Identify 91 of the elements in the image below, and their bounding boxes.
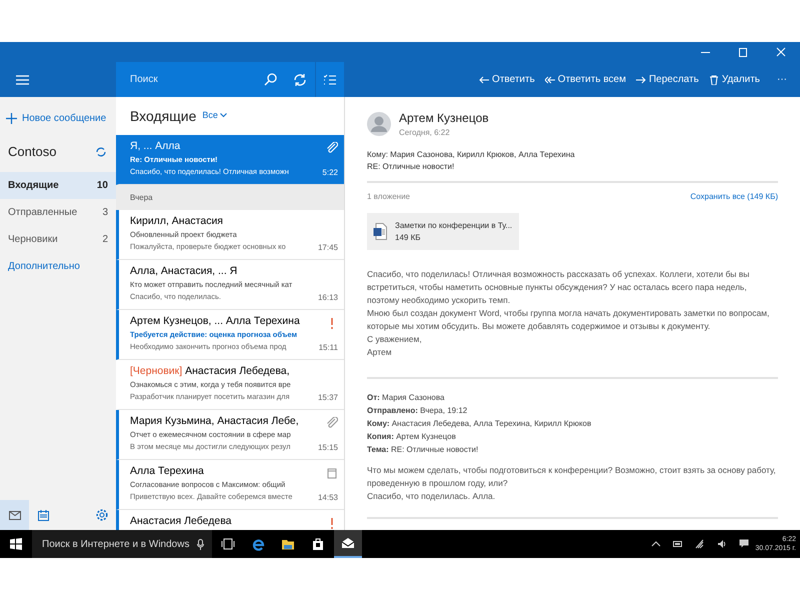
forward-button[interactable]: Переслать	[630, 72, 704, 87]
folder-count: 3	[102, 206, 108, 220]
folder-name: Черновики	[8, 232, 58, 246]
plus-icon	[6, 113, 17, 124]
subject-line: RE: Отличные новости!	[367, 161, 456, 173]
filter-dropdown[interactable]: Все	[202, 109, 228, 123]
checklist-icon	[324, 74, 336, 85]
quoted-header: Отправлено: Вчера, 19:12	[367, 405, 468, 417]
message-time: 5:22	[322, 167, 338, 179]
folder-item[interactable]: Отправленные 3	[0, 198, 116, 226]
message-paragraph: С уважением,	[367, 333, 423, 346]
sync-icon	[293, 72, 307, 86]
folder-name: Отправленные	[8, 206, 78, 220]
notification-icon	[739, 539, 750, 549]
sync-button[interactable]	[285, 62, 315, 97]
sender-names: Я, ... Алла	[130, 139, 182, 154]
reply-button[interactable]: Ответить	[474, 72, 540, 87]
folder-count: 10	[96, 178, 108, 192]
folder-count: 2	[102, 232, 108, 246]
message-time: 16:13	[318, 292, 338, 304]
avatar-icon	[367, 112, 391, 136]
sender-names: Алла Терехина	[130, 464, 205, 479]
envelope-icon	[341, 536, 355, 550]
quoted-paragraph: Что мы можем сделать, чтобы подготовиться к конференции? Возможно, стоит взять за основу работу, проведенную в прошлом году, или?	[367, 464, 777, 490]
sender-names: Алла, Анастасия, ... Я	[130, 264, 238, 279]
document-icon	[373, 223, 387, 240]
quoted-header: От: Мария Сазонова	[367, 392, 446, 404]
browser-e-icon	[251, 537, 265, 551]
reply-all-button[interactable]: Ответить всем	[540, 72, 631, 87]
message-time: 15:15	[318, 442, 338, 454]
recipients-line: Кому: Мария Сазонова, Кирилл Крюков, Алла Терехина	[367, 149, 576, 161]
chevron-down-icon	[220, 113, 228, 118]
more-button[interactable]: ···	[765, 72, 792, 87]
mail-button[interactable]	[0, 500, 29, 530]
close-icon	[776, 47, 786, 57]
save-all-link[interactable]: Сохранить все (149 КБ)	[690, 191, 778, 203]
taskbar-search-field[interactable]: Поиск в Интернете и в Windows	[32, 530, 212, 558]
maximize-icon	[739, 48, 747, 56]
mail-app-button[interactable]	[334, 530, 362, 558]
attachment-name: Заметки по конференции в Ту...	[395, 220, 512, 232]
quoted-header: Копия: Артем Кузнецов	[367, 431, 457, 443]
sender-names: Мария Кузьмина, Анастасия Лебе,	[130, 414, 300, 429]
mail-icon	[8, 510, 20, 520]
list-title: Входящие	[130, 106, 196, 126]
trash-icon	[708, 74, 719, 84]
network-icon	[695, 539, 706, 549]
select-button[interactable]	[315, 62, 344, 97]
message-paragraph: Мною был создан документ Word, чтобы группа могла начать документировать заметки по вопросам, которые мы хотим обсудить. Вы можете добавлять содержимое и отзывы к документу.	[367, 307, 770, 333]
task-view-icon	[221, 537, 235, 551]
attachment-count: 1 вложение	[367, 191, 410, 203]
sender-names: Анастасия Лебедева	[130, 514, 233, 529]
right-arrow-icon	[636, 74, 646, 84]
microphone-icon	[197, 538, 204, 550]
message-time: 14:53	[318, 492, 338, 504]
quoted-paragraph: Спасибо, что поделилась. Алла.	[367, 490, 496, 503]
settings-icon	[96, 509, 108, 521]
quoted-header: Тема: RE: Отличные новости!	[367, 444, 480, 456]
sender-names: [Черновик] Анастасия Лебедева,	[130, 364, 291, 379]
double-left-arrow-icon	[544, 74, 555, 84]
folder-item[interactable]: Черновики 2	[0, 226, 116, 252]
folder-name: Входящие	[8, 178, 59, 192]
message-time: 15:37	[318, 392, 338, 404]
sender-names: Кирилл, Анастасия	[130, 214, 224, 229]
calendar-icon	[38, 510, 49, 520]
more-folders-link[interactable]: Дополнительно	[0, 252, 88, 280]
left-arrow-icon	[479, 74, 490, 84]
sender-name: Артем Кузнецов	[399, 110, 489, 127]
battery-icon	[673, 539, 684, 549]
new-message-button[interactable]: Новое сообщение	[0, 97, 114, 132]
quoted-header: Кому: Анастасия Лебедева, Алла Терехина, Кирилл Крюков	[367, 418, 592, 430]
shopping-bag-icon	[311, 537, 325, 551]
account-name: Contoso	[7, 143, 58, 161]
volume-icon	[717, 539, 728, 549]
attachment-size: 149 КБ	[395, 232, 422, 244]
sync-icon	[96, 146, 106, 157]
date-group-header: Вчера	[116, 185, 344, 210]
search-icon	[264, 73, 277, 86]
folder-item[interactable]: Входящие 10	[0, 172, 116, 198]
delete-button[interactable]: Удалить	[704, 72, 765, 87]
folder-icon	[281, 537, 295, 551]
attachment-card[interactable]: Заметки по конференции в Ту... 149 КБ	[367, 213, 519, 250]
message-time: 17:45	[318, 242, 338, 254]
menu-icon	[16, 74, 29, 84]
message-paragraph: Артем	[367, 346, 393, 359]
message-date: Сегодня, 6:22	[399, 127, 451, 139]
message-paragraph: Спасибо, что поделилась! Отличная возможность рассказать об успехах. Коллеги, хотели бы вы встретиться, чтобы наметить основные пункты обсуждения? У нас осталась всего пара недель, поэтому необходимо ускорить темп.	[367, 268, 750, 307]
chevron-up-icon	[651, 539, 662, 549]
search-field[interactable]: Поиск	[116, 62, 256, 97]
sender-names: Артем Кузнецов, ... Алла Терехина	[130, 314, 301, 329]
windows-logo-icon	[10, 538, 22, 550]
message-time: 15:11	[318, 342, 338, 354]
